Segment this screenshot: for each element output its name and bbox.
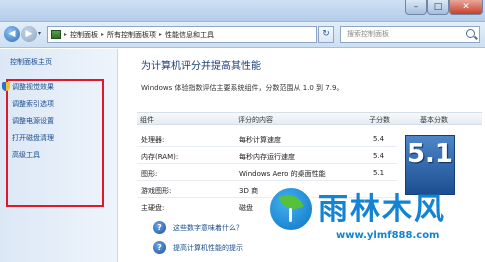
help-link-meaning[interactable]: 这些数字意味着什么？ (173, 223, 243, 233)
recent-pages-dropdown[interactable]: ▾ (38, 30, 41, 37)
sidebar-home-link[interactable]: 控制面板主页 (10, 57, 52, 67)
back-button[interactable]: ◀ (4, 26, 20, 42)
breadcrumb-separator: ▸ (159, 31, 163, 38)
sidebar: 控制面板主页 调整视觉效果 调整索引选项 调整电源设置 打开磁盘清理 高级工具 (0, 49, 118, 262)
row-component: 内存(RAM): (141, 153, 179, 161)
search-icon[interactable] (466, 29, 475, 38)
row-divider (137, 163, 397, 164)
row-subscore: 5.1 (373, 169, 385, 177)
help-icon: ? (153, 221, 166, 234)
column-subscore: 子分数 (369, 116, 390, 124)
table-header: 组件 评分的内容 子分数 基本分数 (137, 112, 482, 125)
sidebar-item-power-settings[interactable]: 调整电源设置 (12, 116, 54, 126)
row-divider (137, 146, 397, 147)
shield-icon (2, 82, 10, 91)
row-component: 处理器: (141, 136, 165, 144)
row-component: 主硬盘: (141, 204, 165, 212)
forward-button[interactable]: ▶ (21, 26, 37, 42)
control-panel-icon (51, 30, 61, 39)
sidebar-item-advanced-tools[interactable]: 高级工具 (12, 150, 40, 160)
breadcrumb-control-panel[interactable]: 控制面板 (70, 30, 98, 40)
row-rated: 磁盘 (239, 204, 253, 212)
column-basescore: 基本分数 (420, 116, 448, 124)
title-bar: – □ ✕ (0, 0, 485, 22)
search-input[interactable]: 搜索控制面板 (340, 26, 480, 43)
row-rated: 每秒计算速度 (239, 136, 281, 144)
page-description: Windows 体验指数评估主要系统组件，分数范围从 1.0 到 7.9。 (141, 84, 344, 92)
breadcrumb-separator: ▸ (64, 31, 68, 38)
watermark-stem (289, 208, 292, 222)
help-icon: ? (153, 241, 166, 254)
navigation-bar: ◀ ▶ ▾ ▸ 控制面板 ▸ 所有控制面板项 ▸ 性能信息和工具 ↻ 搜索控制面… (0, 22, 485, 48)
sidebar-item-visual-effects[interactable]: 调整视觉效果 (12, 82, 54, 92)
row-subscore: 5.4 (373, 152, 385, 160)
column-rated: 评分的内容 (238, 116, 273, 124)
address-bar[interactable]: ▸ 控制面板 ▸ 所有控制面板项 ▸ 性能信息和工具 (47, 26, 317, 43)
row-divider (137, 180, 397, 181)
row-rated: 3D 商 (239, 187, 259, 195)
row-component: 游戏图形: (141, 187, 172, 195)
column-component: 组件 (140, 116, 154, 124)
row-component: 图形: (141, 170, 158, 178)
sidebar-item-indexing-options[interactable]: 调整索引选项 (12, 99, 54, 109)
watermark-url: www.ylmf888.com (336, 230, 440, 241)
close-button[interactable]: ✕ (449, 0, 483, 15)
minimize-button[interactable]: – (405, 0, 427, 15)
breadcrumb-all-items[interactable]: 所有控制面板项 (107, 30, 156, 40)
base-score-value: 5.1 (406, 139, 454, 169)
sidebar-item-disk-cleanup[interactable]: 打开磁盘清理 (12, 133, 54, 143)
refresh-button[interactable]: ↻ (318, 26, 334, 43)
row-rated: Windows Aero 的桌面性能 (239, 170, 326, 178)
breadcrumb-performance[interactable]: 性能信息和工具 (165, 30, 214, 40)
watermark-title: 雨林木风 (318, 192, 446, 227)
help-link-tips[interactable]: 提高计算机性能的提示 (173, 243, 243, 253)
breadcrumb-separator: ▸ (101, 31, 105, 38)
search-placeholder: 搜索控制面板 (347, 30, 389, 38)
maximize-button[interactable]: □ (427, 0, 449, 15)
row-subscore: 5.4 (373, 135, 385, 143)
row-rated: 每秒内存运行速度 (239, 153, 295, 161)
page-title: 为计算机评分并提高其性能 (141, 61, 261, 72)
